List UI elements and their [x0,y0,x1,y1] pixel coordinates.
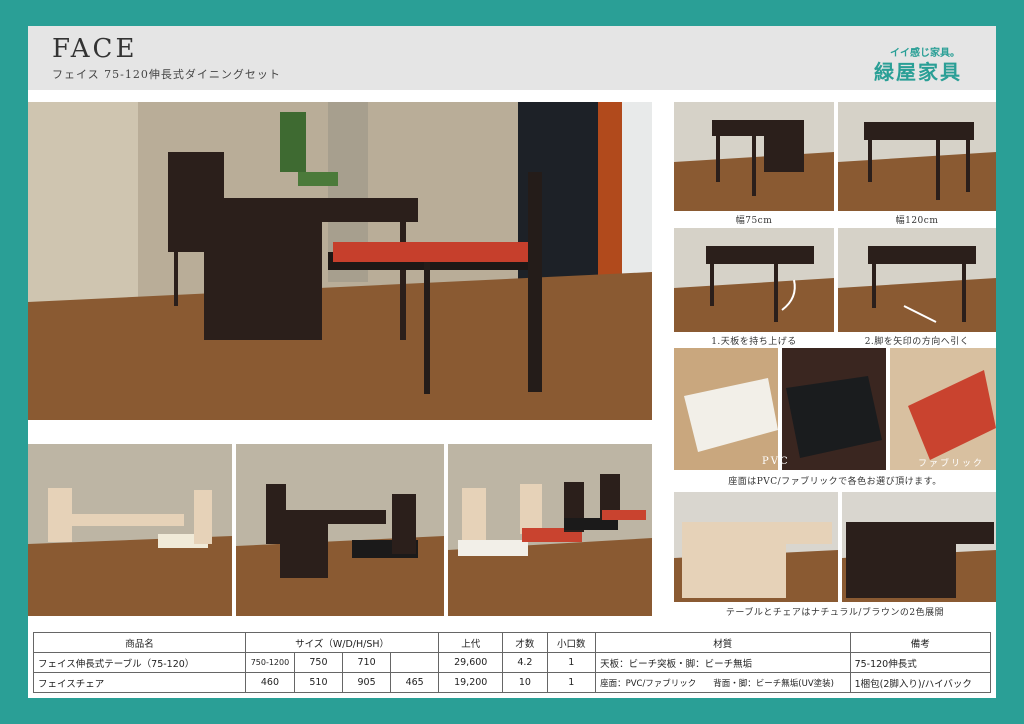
catalog-sheet: FACE フェイス 75-120伸長式ダイニングセット イイ感じ家具。 緑屋家具 [28,26,996,698]
fabric-label: ファブリック [918,459,985,469]
material: 座面：PVC/ファブリック 背面・脚：ビーチ無垢(UV塗装) [595,672,851,693]
spec-table: 商品名 サイズ（W/D/H/SH） 上代 才数 小口数 材質 備考 フェイス伸長… [33,632,992,693]
header-bar: FACE フェイス 75-120伸長式ダイニングセット イイ感じ家具。 緑屋家具 [28,26,996,90]
product-name: フェイスチェア [33,672,246,693]
chairs-lineup-photo [448,444,652,616]
note: 1梱包(2脚入り)/ハイバック [849,672,992,693]
table-row: フェイスチェア 460 510 905 465 19,200 10 1 座面：P… [33,672,992,693]
pvc-label: PVC [762,456,790,467]
pieces: 1 [546,672,597,693]
table-row: フェイス伸長式テーブル（75-120） 750-1200 750 710 29,… [33,652,992,673]
page-title: FACE [52,34,138,64]
natural-set-photo [28,444,232,616]
table-120cm-photo [838,102,996,211]
step1-photo [674,228,834,332]
caption-width-75: 幅75cm [735,216,773,226]
main-photo [28,102,652,420]
header-price: 上代 [438,632,504,653]
size-h: 710 [342,652,392,673]
price: 19,200 [438,672,504,693]
size-w: 750-1200 [244,652,295,673]
table-natural-photo [674,492,838,602]
header-material: 材質 [595,632,851,653]
size-sh [390,652,440,673]
seat-pvc-black-photo [782,348,886,470]
header-pieces: 小口数 [546,632,597,653]
volume: 4.2 [502,652,548,673]
page-subtitle: フェイス 75-120伸長式ダイニングセット [52,68,281,81]
table-75cm-photo [674,102,834,211]
caption-seat-options: 座面はPVC/ファブリックで各色お選び頂けます。 [728,477,942,487]
header-note: 備考 [849,632,992,653]
seat-fabric-red-photo [890,348,996,470]
header-name: 商品名 [33,632,246,653]
brown-set-photo [236,444,444,616]
pieces: 1 [546,652,597,673]
size-sh: 465 [390,672,440,693]
spec-header-row: 商品名 サイズ（W/D/H/SH） 上代 才数 小口数 材質 備考 [33,632,992,653]
caption-width-120: 幅120cm [895,216,939,226]
caption-step2: 2.脚を矢印の方向へ引く [864,337,970,347]
seat-pvc-white-photo [674,348,778,470]
step2-photo [838,228,996,332]
header-size: サイズ（W/D/H/SH） [244,632,440,653]
size-d: 510 [293,672,344,693]
price: 29,600 [438,652,504,673]
brand-logo: 緑屋家具 [874,60,962,84]
size-d: 750 [293,652,344,673]
caption-colors: テーブルとチェアはナチュラル/ブラウンの2色展開 [725,608,945,618]
volume: 10 [502,672,548,693]
size-h: 905 [342,672,392,693]
header-volume: 才数 [502,632,548,653]
table-brown-photo [842,492,996,602]
size-w: 460 [244,672,295,693]
caption-step1: 1.天板を持ち上げる [711,337,797,347]
note: 75-120伸長式 [849,652,992,673]
product-name: フェイス伸長式テーブル（75-120） [33,652,246,673]
material: 天板：ビーチ突板・脚：ビーチ無垢 [595,652,851,673]
